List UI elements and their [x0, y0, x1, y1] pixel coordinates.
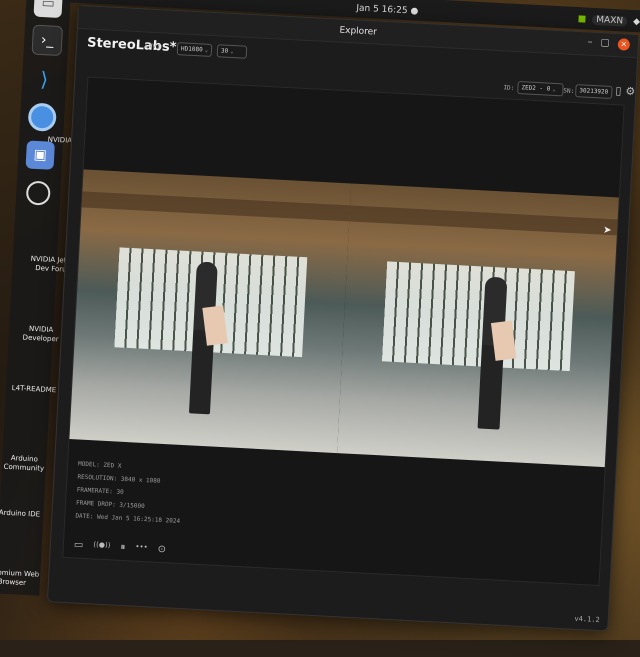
- record-icon[interactable]: ((●)): [93, 540, 110, 552]
- chevron-down-icon: ⌄: [229, 47, 234, 56]
- resolution-select[interactable]: HD1080 ⌄: [176, 42, 213, 57]
- left-camera-view: [69, 169, 352, 454]
- fps-select[interactable]: 30 ⌄: [216, 44, 248, 59]
- clock[interactable]: Jan 5 16:25 ●: [356, 3, 418, 16]
- camera-viewer[interactable]: MODEL: ZED X RESOLUTION: 3840 x 1080 FRA…: [62, 76, 625, 586]
- mouse-cursor-icon: ➤: [602, 224, 612, 237]
- desktop-scene: Jan 5 16:25 ● ■ MAXN ◆ ◀ ⏻ ▭ ›_ ⟩ ▣ gemb…: [0, 0, 640, 656]
- bottom-toolbar: ▭ ((●)) ⏸ ••• ⊙: [74, 539, 167, 555]
- resolution-select-value: HD1080: [180, 45, 203, 54]
- minimize-button[interactable]: –: [587, 37, 593, 49]
- maximize-button[interactable]: ▢: [600, 37, 610, 49]
- network-icon[interactable]: ◆: [633, 17, 640, 27]
- desktop-label-chromium[interactable]: Chromium Web Browser: [0, 568, 42, 589]
- serial-number-label: SN:: [563, 87, 575, 95]
- screen-icon[interactable]: ▣: [25, 140, 55, 170]
- system-tray: ■ MAXN ◆ ◀ ⏻: [578, 14, 640, 29]
- power-mode-badge[interactable]: MAXN: [592, 14, 628, 27]
- clock-text: Jan 5 16:25: [356, 3, 408, 17]
- notification-dot-icon: ●: [410, 6, 419, 17]
- camera-id-label: ID:: [503, 84, 515, 92]
- brand-logo: StereoLabs*: [86, 35, 177, 56]
- camera-info-panel: MODEL: ZED X RESOLUTION: 3840 x 1080 FRA…: [75, 458, 183, 528]
- chevron-down-icon: ⌄: [552, 85, 557, 94]
- chevron-down-icon: ⌄: [204, 46, 209, 54]
- chromium-icon[interactable]: [27, 102, 57, 132]
- settings-gear-icon[interactable]: ⚙: [625, 85, 636, 98]
- nvidia-icon[interactable]: ■: [578, 14, 587, 24]
- serial-number-field[interactable]: 30213920: [575, 84, 613, 99]
- files-icon[interactable]: ▭: [33, 0, 63, 19]
- desktop-label-arduino-community[interactable]: Arduino Community: [0, 453, 55, 474]
- close-button[interactable]: ×: [617, 38, 631, 51]
- pause-icon[interactable]: ⏸: [120, 542, 126, 553]
- refresh-camera-icon[interactable]: ▯: [615, 84, 622, 97]
- folder-icon[interactable]: ▭: [74, 539, 84, 550]
- right-camera-view: [337, 183, 619, 468]
- live-indicator: LIVE: [144, 42, 163, 51]
- vscode-icon[interactable]: ⟩: [30, 65, 59, 94]
- camera-id-select-value: ZED2 - 0: [521, 84, 551, 93]
- explorer-window: Explorer – ▢ × StereoLabs* LIVE HD1080 ⌄ …: [46, 4, 640, 632]
- app-version: v4.1.2: [574, 614, 600, 625]
- fps-select-value: 30: [220, 47, 229, 55]
- camera-snapshot-icon[interactable]: ⊙: [157, 544, 166, 555]
- obs-icon[interactable]: [24, 178, 53, 207]
- window-controls: – ▢ ×: [587, 37, 631, 51]
- stereo-image: [69, 169, 619, 468]
- terminal-icon[interactable]: ›_: [31, 24, 64, 57]
- camera-id-select[interactable]: ZED2 - 0 ⌄: [517, 81, 564, 97]
- carried-box: [201, 304, 228, 346]
- more-icon[interactable]: •••: [135, 543, 148, 555]
